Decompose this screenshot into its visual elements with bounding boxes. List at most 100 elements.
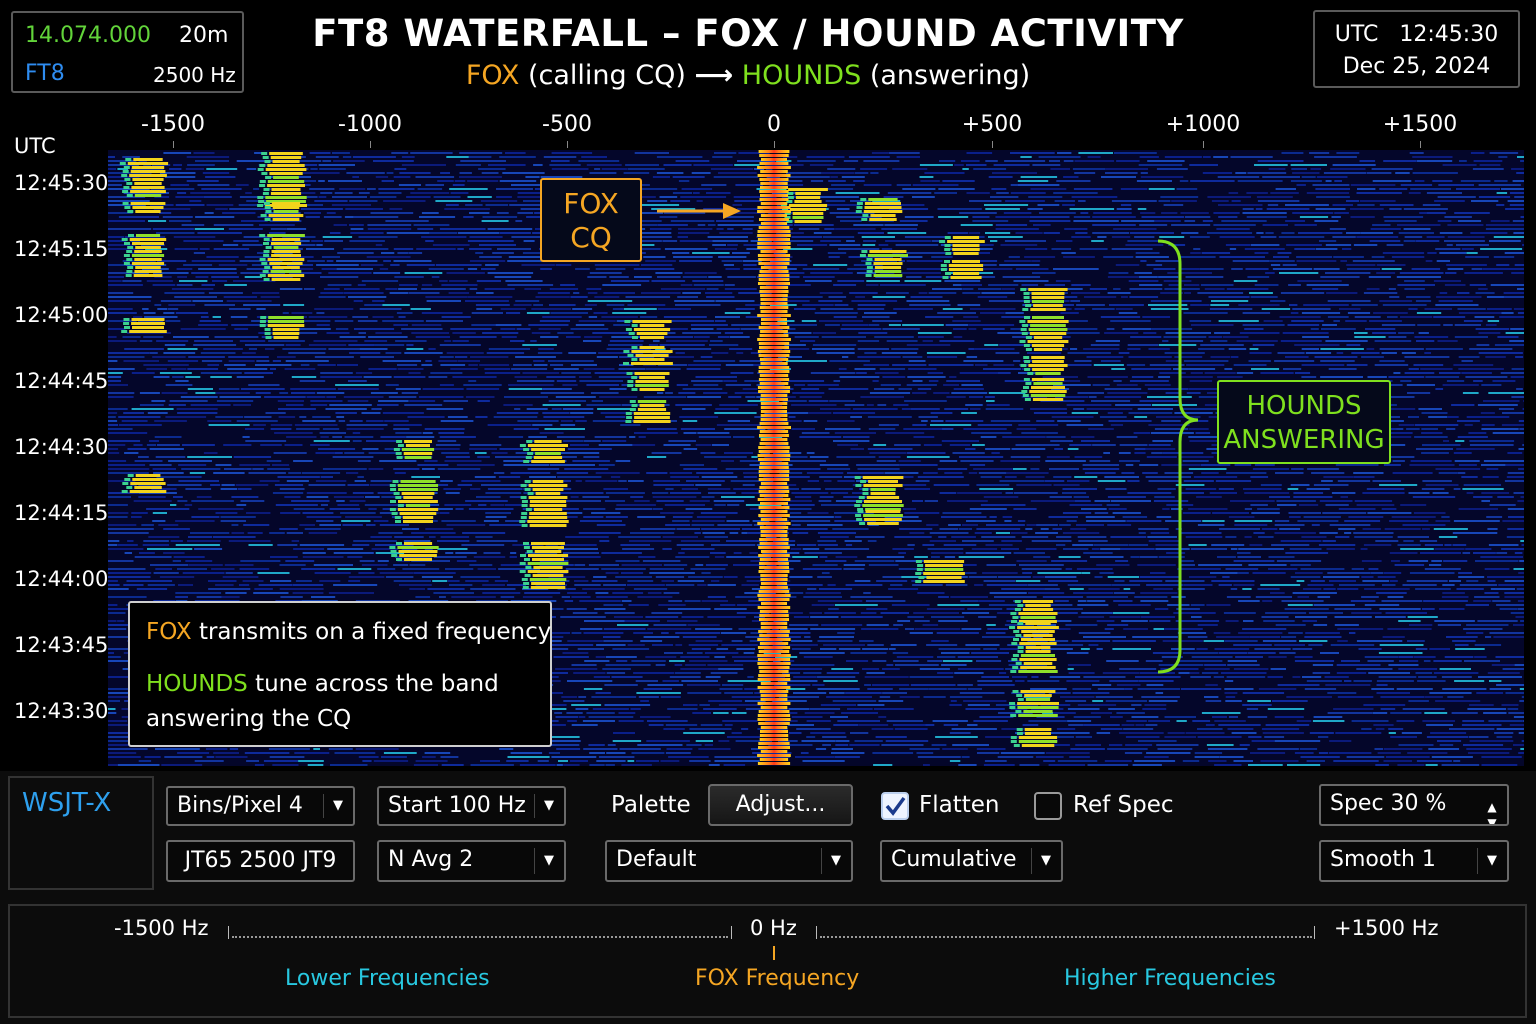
utc-clock: UTC 12:45:30 Dec 25, 2024 [1313,10,1520,88]
waterfall-noise [733,436,755,438]
waterfall-noise [1312,672,1331,674]
waterfall-noise [838,368,847,370]
waterfall-noise [480,200,518,202]
waterfall-noise [675,404,712,406]
waterfall-noise [575,420,587,422]
waterfall-noise [853,224,884,226]
waterfall-noise [1476,344,1490,346]
waterfall-noise [315,480,347,482]
waterfall-noise [1409,572,1455,574]
waterfall-noise [817,576,832,578]
waterfall-noise [1456,244,1489,246]
waterfall-noise [1501,188,1524,190]
waterfall-noise [1287,604,1313,606]
waterfall-noise [404,352,443,354]
waterfall-noise [612,740,642,742]
waterfall-noise [1109,680,1139,682]
waterfall-noise [729,532,739,534]
waterfall-noise [517,420,559,422]
waterfall-noise [935,736,978,738]
waterfall-noise [899,528,933,530]
waterfall-noise [1442,584,1455,586]
waterfall-noise [949,376,957,378]
waterfall-noise [1289,304,1298,306]
waterfall-noise [824,612,856,614]
waterfall-noise [385,576,414,578]
waterfall-noise [957,668,1004,670]
waterfall-noise [1074,476,1098,478]
waterfall-noise [131,512,148,514]
waterfall-noise [1071,196,1118,198]
waterfall-noise [246,168,257,170]
waterfall-noise [980,268,1013,270]
waterfall-noise [860,396,904,398]
waterfall-noise [1032,164,1061,166]
waterfall-noise [799,652,845,654]
waterfall-noise [886,292,909,294]
waterfall-noise [854,368,876,370]
waterfall-noise [1254,464,1275,466]
waterfall-noise [670,476,700,478]
waterfall-noise [1514,552,1523,554]
waterfall-noise [468,380,477,382]
waterfall-noise [1424,308,1452,310]
waterfall-noise [1491,664,1515,666]
waterfall-noise [1139,156,1159,158]
waterfall-noise [401,156,415,158]
waterfall-noise [875,736,907,738]
waterfall-noise [228,356,269,358]
waterfall-noise [501,336,517,338]
waterfall-noise [381,496,397,498]
waterfall-noise [985,396,995,398]
waterfall-noise [1118,352,1130,354]
waterfall-noise [1469,348,1513,350]
waterfall-noise [1473,160,1503,162]
waterfall-noise [461,480,501,482]
waterfall-noise [927,548,964,550]
waterfall-noise [974,348,1015,350]
waterfall-noise [1145,724,1158,726]
time-label: 12:44:30 [14,435,109,459]
waterfall-noise [187,540,221,542]
waterfall-noise [1092,216,1136,218]
waterfall-noise [721,460,734,462]
waterfall-noise [1233,280,1258,282]
waterfall-noise [1435,700,1481,702]
waterfall-noise [1290,312,1299,314]
waterfall-noise [1424,544,1443,546]
waterfall-noise [543,156,577,158]
waterfall-noise [805,592,841,594]
waterfall-noise [1325,272,1371,274]
waterfall-noise [1228,516,1255,518]
waterfall-noise [394,536,424,538]
waterfall-noise [788,356,802,358]
waterfall-noise [437,548,468,550]
waterfall-noise [1494,344,1524,346]
waterfall-noise [422,432,433,434]
waterfall-noise [1111,248,1153,250]
waterfall-noise [742,228,753,230]
waterfall-noise [139,404,164,406]
waterfall-noise [1301,364,1345,366]
waterfall-noise [997,372,1011,374]
waterfall-noise [146,368,167,370]
waterfall-noise [1487,576,1524,578]
waterfall-noise [504,396,548,398]
waterfall-noise [495,324,522,326]
waterfall-noise [1261,308,1291,310]
waterfall-noise [977,296,1008,298]
page-title: FT8 WATERFALL – FOX / HOUND ACTIVITY [312,12,1184,55]
waterfall-noise [1375,616,1406,618]
waterfall-noise [223,296,258,298]
waterfall-noise [1400,184,1433,186]
waterfall-noise [1406,296,1431,298]
waterfall-noise [1056,536,1072,538]
waterfall-noise [1475,328,1510,330]
waterfall-noise [1287,488,1299,490]
waterfall-noise [397,364,418,366]
waterfall-noise [595,592,609,594]
waterfall-noise [1459,584,1498,586]
waterfall-noise [215,208,228,210]
time-label: 12:43:30 [14,699,109,723]
waterfall-noise [1127,348,1141,350]
